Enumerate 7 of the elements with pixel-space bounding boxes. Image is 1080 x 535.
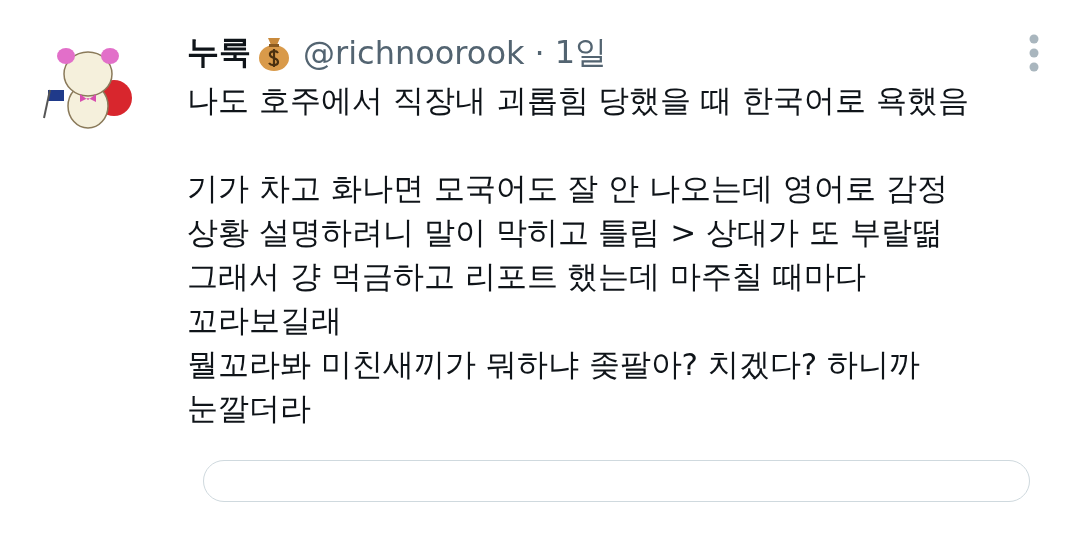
post-time[interactable]: 1일 [554, 31, 608, 75]
separator-dot: · [534, 34, 545, 72]
tweet-text: 기가 차고 화나면 모국어도 잘 안 나오는데 영어로 감정 상황 설명하려니 말이 막히고 틀림 > 상대가 또 부랄떪 그래서 걍 먹금하고 리포트 했는데 마주칠 때마다 꼬라보길래 뭘꼬라봐 미친새끼가 뭐하냐 좆팔아? 치겠다? 하니까 눈깔더라 [187, 169, 949, 428]
money-bag-icon [257, 35, 291, 71]
author-handle[interactable]: @richnoorook [303, 34, 525, 72]
author-name[interactable]: 누룩 [187, 31, 251, 75]
tweet-text: 나도 호주에서 직장내 괴롭힘 당했을 때 한국어로 욕했음 [187, 81, 970, 120]
